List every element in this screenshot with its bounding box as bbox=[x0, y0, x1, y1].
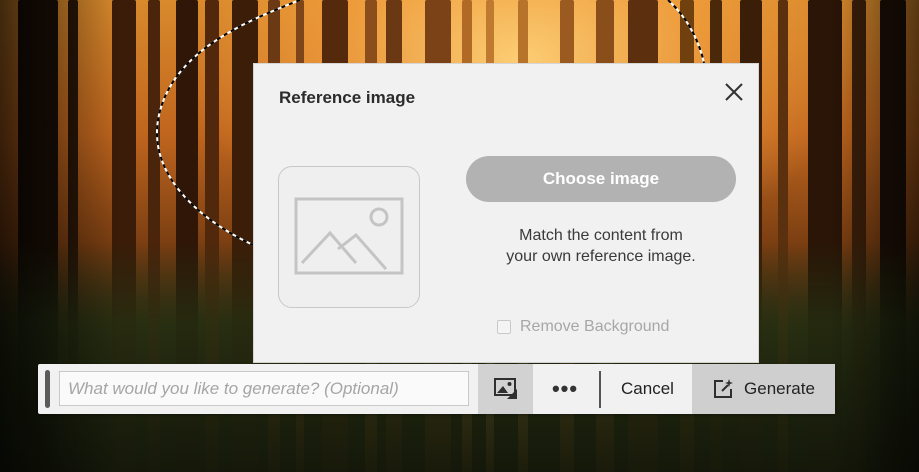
close-icon[interactable] bbox=[720, 78, 748, 106]
remove-background-option[interactable]: Remove Background bbox=[497, 318, 669, 336]
reference-image-button[interactable] bbox=[478, 364, 533, 414]
reference-image-icon bbox=[493, 378, 517, 399]
reference-thumbnail[interactable] bbox=[278, 166, 420, 308]
generate-sparkle-icon bbox=[714, 379, 734, 398]
prompt-input[interactable] bbox=[59, 371, 469, 406]
generate-button[interactable]: Generate bbox=[692, 364, 835, 414]
toolbar-divider bbox=[599, 371, 601, 408]
drag-handle[interactable] bbox=[45, 370, 50, 408]
remove-background-checkbox[interactable] bbox=[497, 320, 511, 334]
panel-description: Match the content from your own referenc… bbox=[466, 225, 736, 267]
contextual-taskbar: ••• Cancel Generate bbox=[38, 364, 835, 414]
description-line-1: Match the content from bbox=[519, 227, 683, 244]
remove-background-label: Remove Background bbox=[520, 318, 670, 335]
panel-title: Reference image bbox=[279, 88, 416, 107]
choose-image-button[interactable]: Choose image bbox=[466, 156, 736, 202]
cancel-button[interactable]: Cancel bbox=[605, 364, 690, 414]
more-options-button[interactable]: ••• bbox=[535, 364, 595, 414]
generate-label: Generate bbox=[744, 379, 815, 398]
image-placeholder-icon bbox=[294, 197, 404, 275]
description-line-2: your own reference image. bbox=[506, 248, 696, 265]
reference-image-panel: Reference image Choose image Match the c… bbox=[253, 63, 759, 363]
